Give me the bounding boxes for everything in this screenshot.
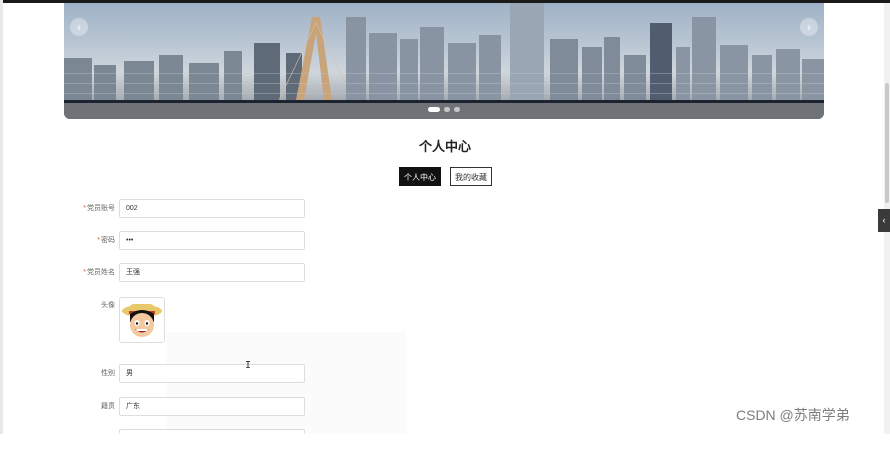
- chevron-left-icon: ‹: [882, 215, 886, 225]
- scrollbar-thumb[interactable]: [885, 83, 889, 203]
- chevron-right-icon: ›: [807, 20, 811, 34]
- watermark: CSDN @苏南学弟: [736, 407, 850, 423]
- carousel-dot[interactable]: [444, 107, 450, 112]
- tab-my-favorites[interactable]: 我的收藏: [450, 167, 492, 186]
- banner-carousel[interactable]: ‹ ›: [64, 3, 824, 119]
- left-edge: [0, 0, 3, 434]
- avatar-image: [122, 304, 162, 337]
- text-cursor-icon: I: [245, 360, 252, 371]
- required-mark: *: [97, 237, 100, 244]
- account-label: *党员账号: [83, 205, 115, 212]
- city-skyline-image: [64, 3, 824, 119]
- hometown-label: 籍贯: [101, 403, 115, 410]
- required-mark: *: [83, 205, 86, 212]
- name-field[interactable]: 王强: [119, 263, 305, 282]
- avatar-label: 头像: [101, 302, 115, 309]
- required-mark: *: [83, 269, 86, 276]
- password-label: *密码: [97, 237, 115, 244]
- tab-bar: 个人中心 我的收藏: [399, 167, 492, 186]
- carousel-indicators: [428, 107, 460, 113]
- tab-personal-center[interactable]: 个人中心: [399, 167, 441, 186]
- avatar-upload[interactable]: [119, 297, 165, 343]
- carousel-dot[interactable]: [454, 107, 460, 112]
- chevron-left-icon: ‹: [77, 20, 81, 34]
- name-label: *党员姓名: [83, 269, 115, 276]
- page-title: 个人中心: [418, 139, 471, 154]
- gender-label: 性别: [101, 370, 115, 377]
- background-overlay: [166, 332, 406, 434]
- carousel-dot[interactable]: [428, 107, 440, 112]
- next-field[interactable]: [119, 429, 305, 434]
- hometown-field[interactable]: 广东: [119, 397, 305, 416]
- gender-field[interactable]: 男: [119, 364, 305, 383]
- password-field[interactable]: •••: [119, 231, 305, 250]
- carousel-prev-button[interactable]: ‹: [70, 18, 88, 36]
- side-panel-toggle[interactable]: ‹: [878, 209, 890, 232]
- carousel-next-button[interactable]: ›: [800, 18, 818, 36]
- account-field[interactable]: 002: [119, 199, 305, 218]
